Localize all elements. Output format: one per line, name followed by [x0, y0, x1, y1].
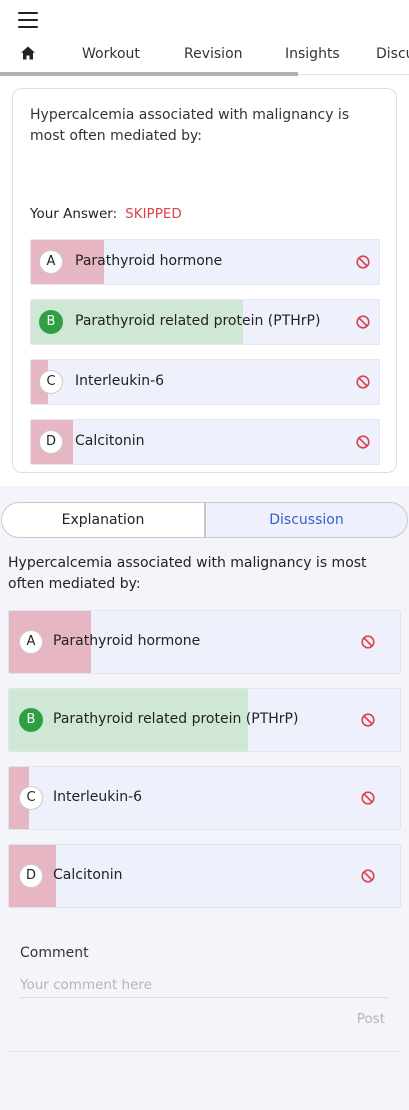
option-letter-badge: B	[19, 708, 43, 732]
not-allowed-icon	[361, 635, 375, 649]
divider	[8, 1051, 401, 1052]
option-a[interactable]: A Parathyroid hormone	[8, 610, 401, 674]
hamburger-menu-icon[interactable]	[18, 12, 38, 28]
not-allowed-icon	[356, 435, 370, 449]
tab-scroll-indicator	[0, 72, 298, 76]
segmented-control: Explanation Discussion	[0, 502, 409, 538]
option-c[interactable]: C Interleukin-6	[8, 766, 401, 830]
not-allowed-icon	[361, 869, 375, 883]
post-button[interactable]: Post	[357, 1011, 385, 1027]
your-answer-label: Your Answer:	[30, 206, 118, 222]
not-allowed-icon	[356, 255, 370, 269]
option-letter-badge: C	[39, 370, 63, 394]
tab-workout[interactable]: Workout	[82, 46, 140, 62]
your-answer: Your Answer: SKIPPED	[30, 206, 182, 222]
discussion-tab[interactable]: Discussion	[205, 502, 408, 538]
not-allowed-icon	[356, 315, 370, 329]
home-icon[interactable]	[20, 45, 36, 61]
skipped-status: SKIPPED	[125, 206, 182, 222]
option-label: Interleukin-6	[75, 373, 165, 389]
option-label: Parathyroid hormone	[75, 253, 223, 269]
tab-insights[interactable]: Insights	[285, 46, 340, 62]
option-letter-badge: A	[39, 250, 63, 274]
option-d[interactable]: D Calcitonin	[30, 419, 380, 465]
option-label: Parathyroid hormone	[53, 633, 201, 649]
option-a[interactable]: A Parathyroid hormone	[30, 239, 380, 285]
question-text: Hypercalcemia associated with malignancy…	[30, 107, 350, 144]
option-letter-badge: D	[19, 864, 43, 888]
top-bar	[0, 0, 409, 40]
option-letter-badge: C	[19, 786, 43, 810]
tab-divider	[298, 74, 409, 75]
not-allowed-icon	[361, 713, 375, 727]
option-b[interactable]: B Parathyroid related protein (PTHrP)	[30, 299, 380, 345]
nav-tabs: Workout Revision Insights Discussion	[0, 40, 409, 76]
explanation-tab[interactable]: Explanation	[1, 502, 205, 538]
tab-discussion[interactable]: Discussion	[376, 46, 409, 62]
option-label: Interleukin-6	[53, 789, 143, 805]
option-label: Parathyroid related protein (PTHrP)	[53, 711, 299, 727]
option-letter-badge: D	[39, 430, 63, 454]
option-d[interactable]: D Calcitonin	[8, 844, 401, 908]
option-label: Calcitonin	[53, 867, 123, 883]
discussion-panel: Explanation Discussion Hypercalcemia ass…	[0, 486, 409, 1110]
not-allowed-icon	[356, 375, 370, 389]
comment-label: Comment	[20, 945, 89, 961]
tab-revision[interactable]: Revision	[184, 46, 243, 62]
option-label: Calcitonin	[75, 433, 145, 449]
option-b[interactable]: B Parathyroid related protein (PTHrP)	[8, 688, 401, 752]
option-letter-badge: A	[19, 630, 43, 654]
option-label: Parathyroid related protein (PTHrP)	[75, 313, 321, 329]
not-allowed-icon	[361, 791, 375, 805]
option-letter-badge: B	[39, 310, 63, 334]
discussion-question-text: Hypercalcemia associated with malignancy…	[8, 555, 367, 592]
comment-input[interactable]	[20, 972, 388, 998]
question-card: Hypercalcemia associated with malignancy…	[12, 88, 397, 473]
option-c[interactable]: C Interleukin-6	[30, 359, 380, 405]
